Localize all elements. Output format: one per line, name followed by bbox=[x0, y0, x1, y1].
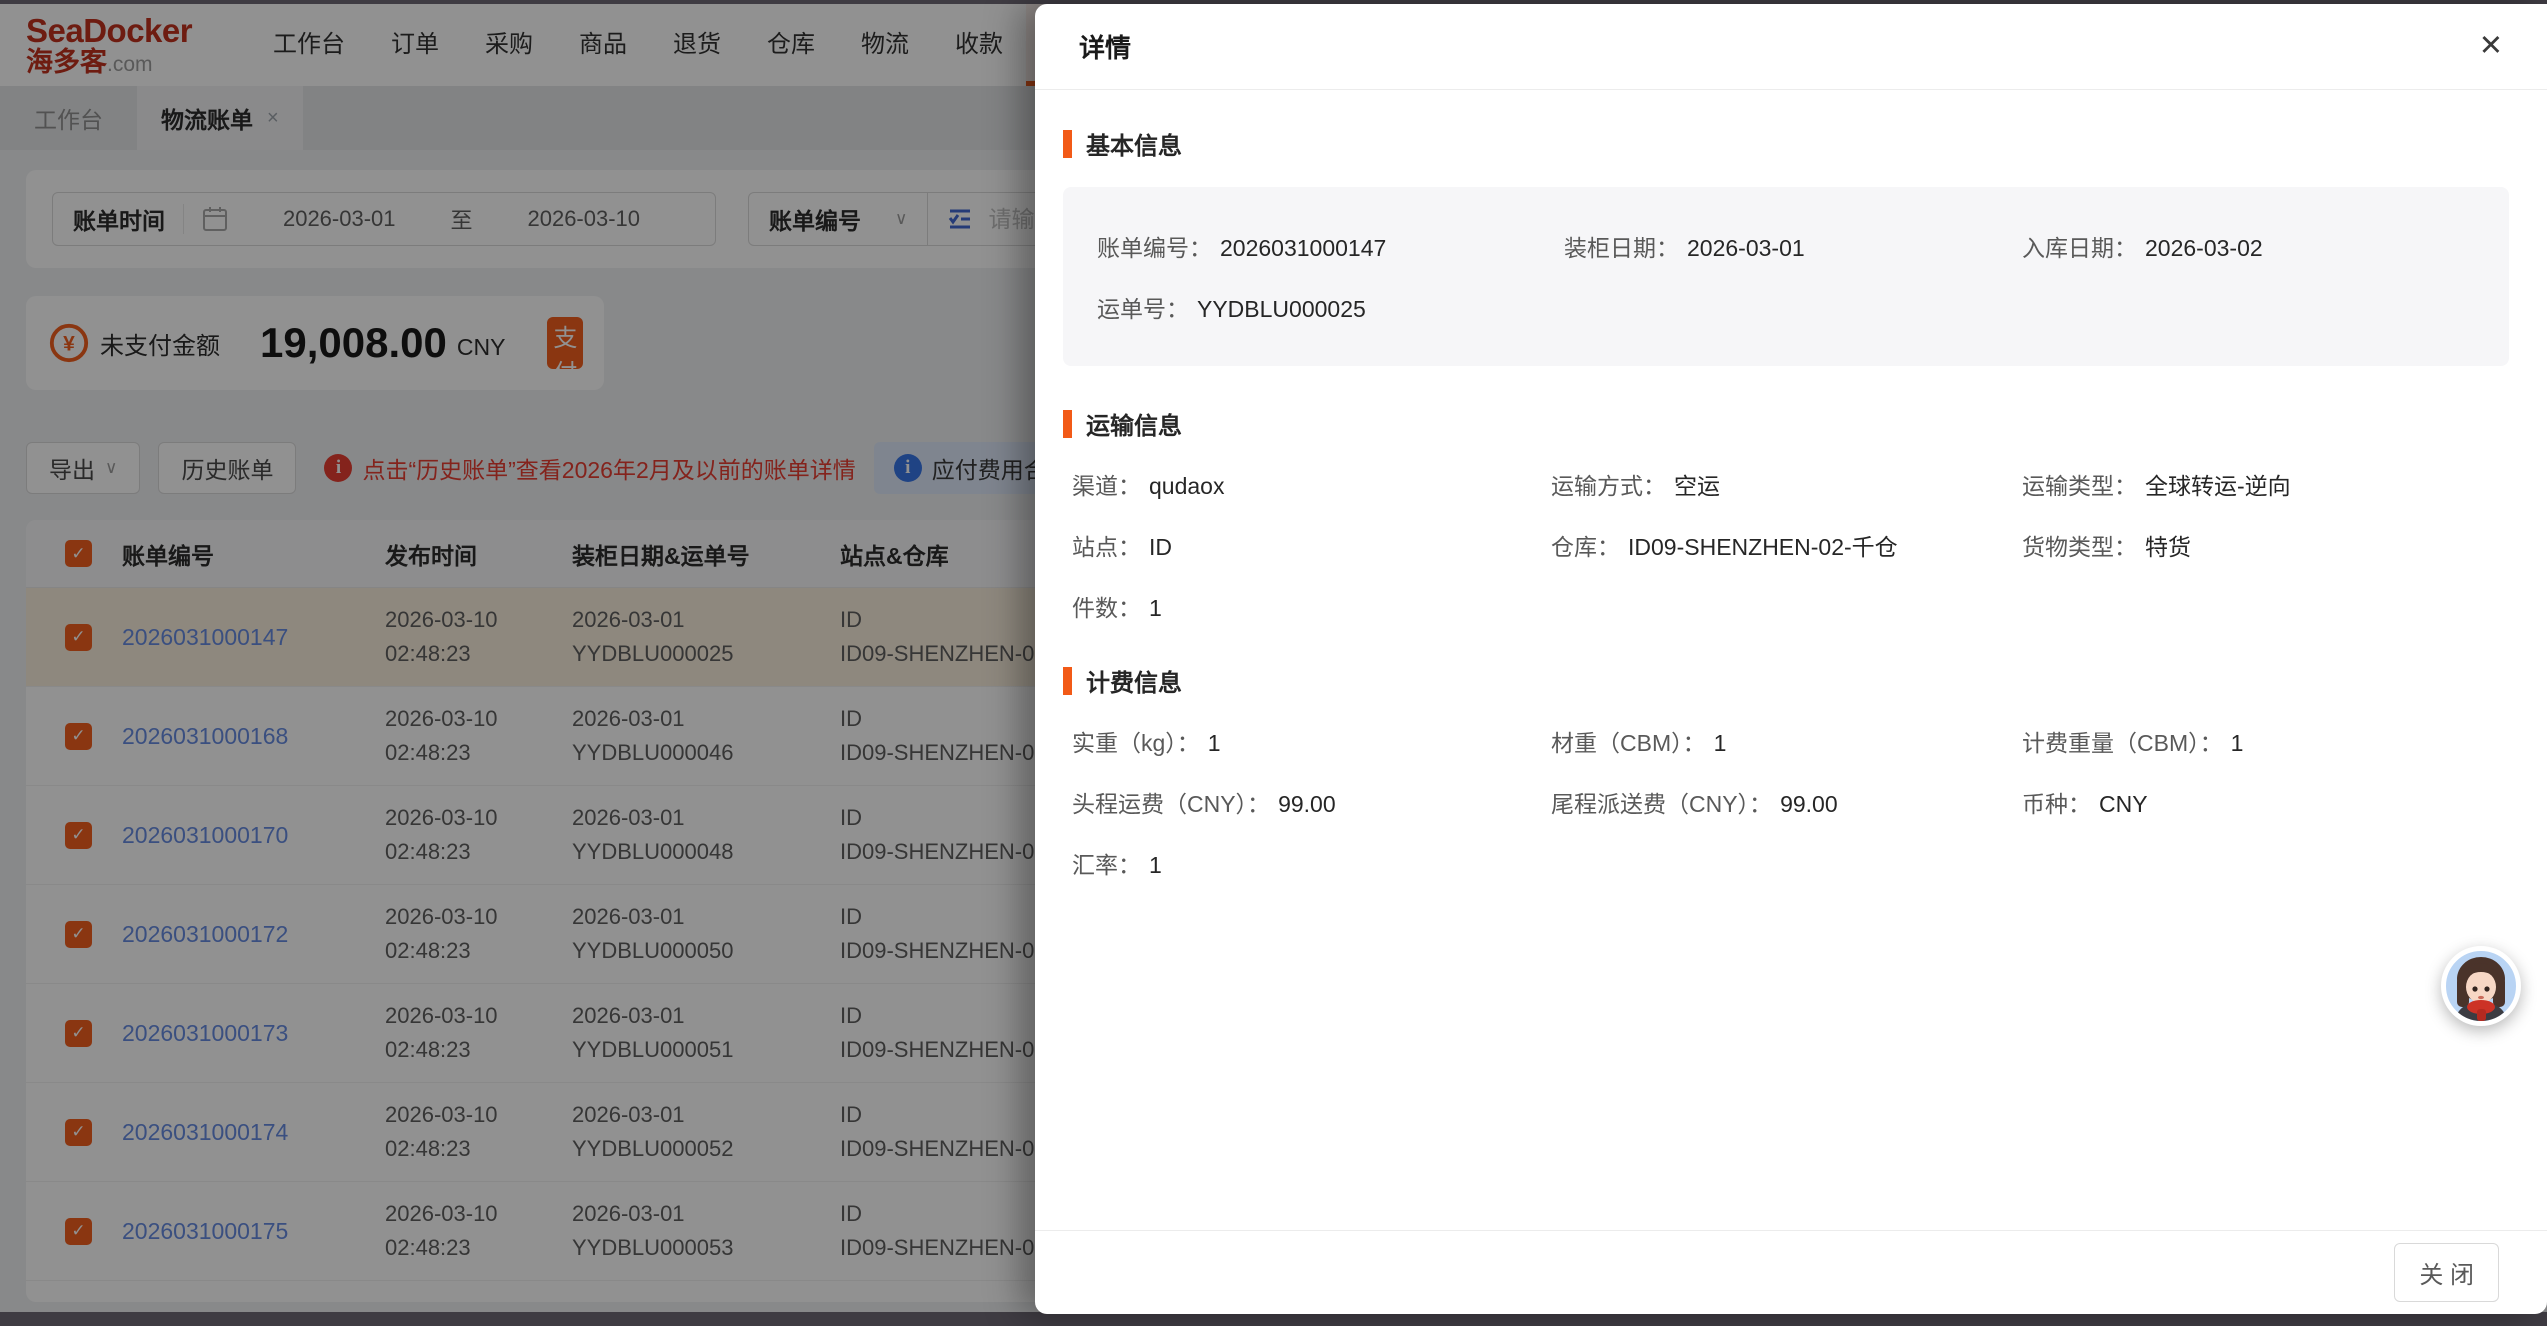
drawer-header: 详情 ✕ bbox=[1035, 4, 2547, 90]
field-bill-no: 账单编号：2026031000147 bbox=[1097, 229, 1564, 263]
section-title: 基本信息 bbox=[1086, 126, 1182, 161]
drawer-footer: 关 闭 bbox=[1035, 1230, 2547, 1314]
field-last-mile-fee: 尾程派送费（CNY）：99.00 bbox=[1551, 785, 2022, 819]
field-piece-count: 件数：1 bbox=[1072, 589, 1551, 623]
field-waybill-no: 运单号：YYDBLU000025 bbox=[1097, 290, 1564, 324]
section-billing-info: 计费信息 bbox=[1063, 663, 2509, 698]
section-accent-bar bbox=[1063, 410, 1072, 438]
field-exchange-rate: 汇率：1 bbox=[1072, 846, 1551, 880]
section-accent-bar bbox=[1063, 130, 1072, 158]
field-first-leg-fee: 头程运费（CNY）：99.00 bbox=[1072, 785, 1551, 819]
section-accent-bar bbox=[1063, 667, 1072, 695]
basic-info-box: 账单编号：2026031000147 装柜日期：2026-03-01 入库日期：… bbox=[1063, 187, 2509, 366]
assistant-avatar[interactable] bbox=[2441, 946, 2521, 1026]
field-transport-type: 运输类型：全球转运-逆向 bbox=[2022, 467, 2509, 501]
drawer-body: 基本信息 账单编号：2026031000147 装柜日期：2026-03-01 … bbox=[1035, 90, 2547, 1230]
section-basic-info: 基本信息 bbox=[1063, 126, 2509, 161]
field-cargo-type: 货物类型：特货 bbox=[2022, 528, 2509, 562]
billing-info-grid: 实重（kg）：1 材重（CBM）：1 计费重量（CBM）：1 头程运费（CNY）… bbox=[1072, 724, 2509, 880]
section-transport-info: 运输信息 bbox=[1063, 406, 2509, 441]
avatar-girl-illustration bbox=[2446, 951, 2516, 1021]
field-volume-weight: 材重（CBM）：1 bbox=[1551, 724, 2022, 758]
field-site: 站点：ID bbox=[1072, 528, 1551, 562]
field-transport-mode: 运输方式：空运 bbox=[1551, 467, 2022, 501]
field-load-date: 装柜日期：2026-03-01 bbox=[1564, 229, 2022, 263]
field-warehouse: 仓库：ID09-SHENZHEN-02-千仓 bbox=[1551, 528, 2022, 562]
field-inbound-date: 入库日期：2026-03-02 bbox=[2022, 229, 2489, 263]
field-chargeable-weight: 计费重量（CBM）：1 bbox=[2022, 724, 2509, 758]
transport-info-grid: 渠道：qudaox 运输方式：空运 运输类型：全球转运-逆向 站点：ID 仓库：… bbox=[1072, 467, 2509, 623]
drawer-title: 详情 bbox=[1079, 28, 1131, 65]
field-actual-weight: 实重（kg）：1 bbox=[1072, 724, 1551, 758]
field-currency: 币种：CNY bbox=[2022, 785, 2509, 819]
section-title: 计费信息 bbox=[1086, 663, 1182, 698]
close-button[interactable]: 关 闭 bbox=[2394, 1243, 2499, 1302]
section-title: 运输信息 bbox=[1086, 406, 1182, 441]
detail-drawer: 详情 ✕ 基本信息 账单编号：2026031000147 装柜日期：2026-0… bbox=[1035, 4, 2547, 1314]
field-channel: 渠道：qudaox bbox=[1072, 467, 1551, 501]
close-icon[interactable]: ✕ bbox=[2479, 32, 2503, 61]
